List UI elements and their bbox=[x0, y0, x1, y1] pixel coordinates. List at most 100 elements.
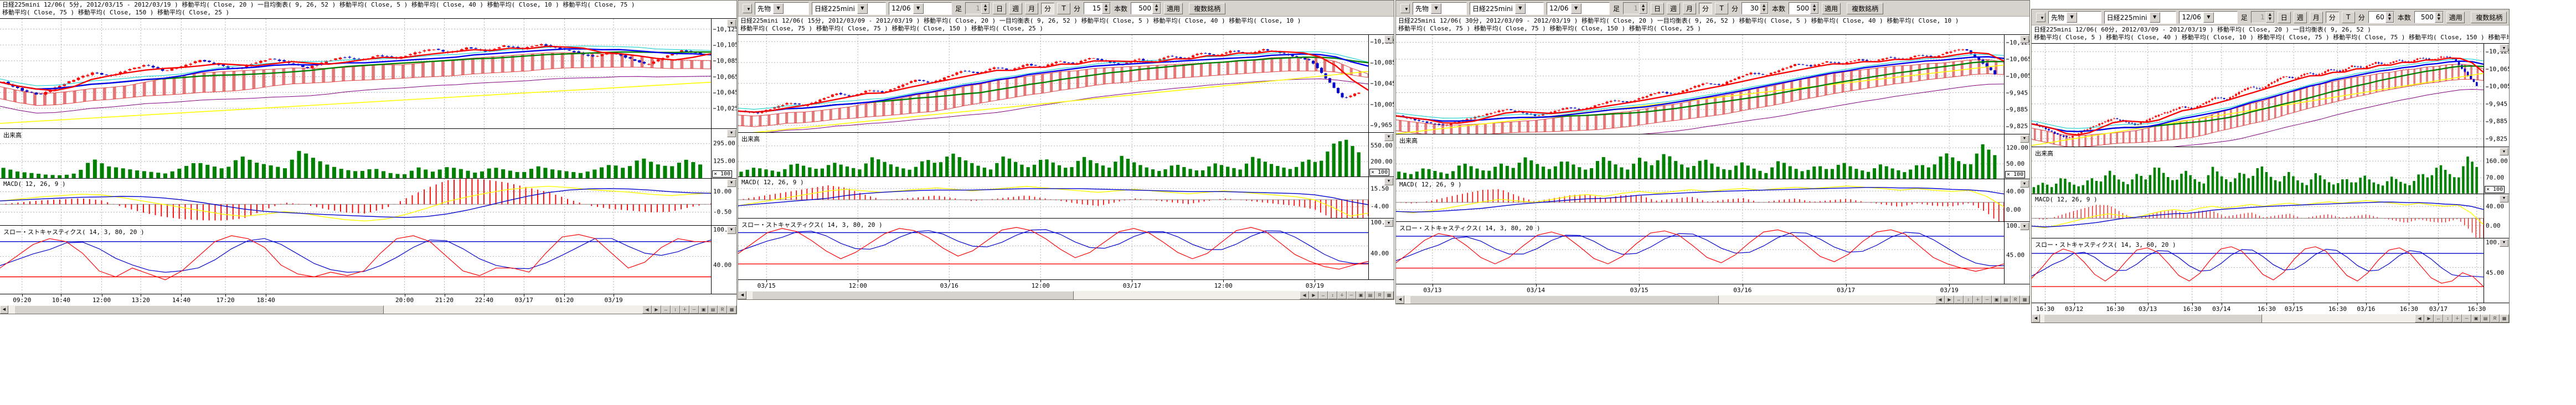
history-dropdown-icon[interactable]: ▼ bbox=[2036, 13, 2046, 22]
chart-nav-button[interactable]: － bbox=[1347, 291, 1356, 299]
chart-nav-button[interactable]: ▦ bbox=[727, 305, 736, 314]
pane-scale-dropdown-icon[interactable]: ▼ bbox=[727, 226, 736, 234]
macd-pane[interactable]: MACD( 12, 26, 9 ) 40.000.00 ▼ bbox=[2032, 194, 2509, 238]
chart-nav-button[interactable]: ▤ bbox=[1366, 291, 1375, 299]
history-dropdown-icon[interactable]: ▼ bbox=[1400, 4, 1410, 13]
volume-chart[interactable] bbox=[738, 133, 1368, 176]
spinner-icon[interactable]: ▲▼ bbox=[1760, 3, 1768, 14]
chart-nav-button[interactable]: ◀ bbox=[642, 305, 652, 314]
price-chart[interactable] bbox=[1396, 35, 2004, 134]
chart-nav-button[interactable]: ▦ bbox=[2500, 314, 2509, 323]
horizontal-scrollbar[interactable]: ◀ ◀▶↔↕＋－▣▤Ｒ▦ bbox=[738, 291, 1394, 299]
period-week-button[interactable]: 週 bbox=[2294, 12, 2307, 23]
period-day-button[interactable]: 日 bbox=[1651, 3, 1664, 14]
chart-nav-button[interactable]: ↕ bbox=[1964, 295, 1973, 304]
bar-interval-spinner[interactable]: 1▲▼ bbox=[1623, 2, 1648, 14]
spinner-icon[interactable]: ▲▼ bbox=[2386, 12, 2394, 23]
contract-select[interactable]: 12/06▼ bbox=[889, 2, 952, 15]
chart-nav-button[interactable]: ▦ bbox=[1384, 291, 1394, 299]
pane-scale-dropdown-icon[interactable]: ▼ bbox=[727, 19, 736, 27]
chart-plot-area[interactable]: 10,12510,06510,0059,9459,8859,825 ▼ 出来高 … bbox=[2032, 43, 2509, 303]
chevron-down-icon[interactable]: ▼ bbox=[773, 3, 784, 14]
chart-nav-button[interactable]: ▶ bbox=[1309, 291, 1318, 299]
macd-chart[interactable] bbox=[2032, 194, 2484, 238]
spinner-icon[interactable]: ▲▼ bbox=[981, 3, 990, 14]
pane-scale-dropdown-icon[interactable]: ▼ bbox=[2500, 148, 2508, 155]
spinner-icon[interactable]: ▲▼ bbox=[2435, 12, 2443, 23]
macd-pane[interactable]: MACD( 12, 26, 9 ) 40.000.00 ▼ bbox=[1396, 179, 2029, 221]
chart-nav-button[interactable]: ▣ bbox=[1356, 291, 1366, 299]
scrollbar-track[interactable] bbox=[746, 291, 1300, 299]
minute-spinner[interactable]: 15▲▼ bbox=[1084, 2, 1111, 14]
symbol-select[interactable]: 日経225mini▼ bbox=[2104, 11, 2177, 24]
multi-symbol-button[interactable]: 複数銘柄 bbox=[2471, 12, 2507, 23]
chart-plot-area[interactable]: 10,12510,06510,0059,9459,8859,825 ▼ 出来高 … bbox=[1396, 34, 2029, 284]
chart-nav-button[interactable]: ▣ bbox=[699, 305, 708, 314]
period-week-button[interactable]: 週 bbox=[1667, 3, 1680, 14]
pane-scale-dropdown-icon[interactable]: ▼ bbox=[727, 179, 736, 187]
period-day-button[interactable]: 日 bbox=[2278, 12, 2291, 23]
volume-pane[interactable]: 出来高 160.0070.00× 100 ▼ bbox=[2032, 147, 2509, 194]
pane-scale-dropdown-icon[interactable]: ▼ bbox=[1384, 219, 1393, 227]
apply-button[interactable]: 適用 bbox=[1164, 3, 1183, 14]
multi-symbol-button[interactable]: 複数銘柄 bbox=[1847, 3, 1883, 14]
apply-button[interactable]: 適用 bbox=[1822, 3, 1841, 14]
scrollbar-track[interactable] bbox=[8, 305, 642, 314]
bar-count-spinner[interactable]: 500▲▼ bbox=[1789, 2, 1819, 14]
chart-nav-button[interactable]: ＋ bbox=[2453, 314, 2462, 323]
scroll-left-icon[interactable]: ◀ bbox=[0, 305, 8, 314]
scrollbar-thumb[interactable] bbox=[752, 291, 1074, 300]
period-week-button[interactable]: 週 bbox=[1009, 3, 1022, 14]
horizontal-scrollbar[interactable]: ◀ ◀▶↔↕＋－▣▤Ｒ▦ bbox=[1396, 295, 2029, 304]
chevron-down-icon[interactable]: ▼ bbox=[913, 3, 924, 14]
scrollbar-thumb[interactable] bbox=[14, 305, 383, 314]
spinner-icon[interactable]: ▲▼ bbox=[1639, 3, 1647, 14]
symbol-select[interactable]: 日経225mini▼ bbox=[812, 2, 886, 15]
macd-chart[interactable] bbox=[1396, 179, 2004, 221]
period-minute-button[interactable]: 分 bbox=[1041, 3, 1054, 14]
category-select[interactable]: 先物▼ bbox=[755, 2, 809, 15]
chart-plot-area[interactable]: 10,12510,08510,04510,0059,965 ▼ 出来高 550.… bbox=[738, 34, 1394, 279]
bar-interval-spinner[interactable]: 1▲▼ bbox=[2251, 11, 2275, 23]
volume-chart[interactable] bbox=[2032, 147, 2484, 194]
pane-scale-dropdown-icon[interactable]: ▼ bbox=[1384, 178, 1393, 185]
macd-chart[interactable] bbox=[738, 177, 1368, 219]
scrollbar-track[interactable] bbox=[1404, 295, 1935, 304]
category-select[interactable]: 先物▼ bbox=[1413, 2, 1467, 15]
chevron-down-icon[interactable]: ▼ bbox=[1431, 3, 1441, 14]
price-chart[interactable] bbox=[2032, 44, 2484, 147]
chart-nav-button[interactable]: ＋ bbox=[1337, 291, 1347, 299]
chart-nav-button[interactable]: Ｒ bbox=[1375, 291, 1384, 299]
chart-nav-button[interactable]: ◀ bbox=[2415, 314, 2424, 323]
chevron-down-icon[interactable]: ▼ bbox=[2067, 12, 2077, 23]
chart-nav-button[interactable]: － bbox=[689, 305, 699, 314]
chart-nav-button[interactable]: ↔ bbox=[2434, 314, 2443, 323]
pane-scale-dropdown-icon[interactable]: ▼ bbox=[2020, 35, 2029, 43]
horizontal-scrollbar[interactable]: ◀ ◀▶↔↕＋－▣▤Ｒ▦ bbox=[0, 305, 736, 314]
chart-nav-button[interactable]: ▣ bbox=[1992, 295, 2001, 304]
chevron-down-icon[interactable]: ▼ bbox=[1515, 3, 1526, 14]
scrollbar-thumb[interactable] bbox=[2044, 314, 2263, 323]
pane-scale-dropdown-icon[interactable]: ▼ bbox=[1384, 35, 1393, 43]
chart-nav-button[interactable]: ↔ bbox=[1318, 291, 1328, 299]
category-select[interactable]: 先物▼ bbox=[2048, 11, 2101, 24]
period-tick-button[interactable]: T bbox=[1715, 3, 1728, 14]
chart-nav-button[interactable]: ↕ bbox=[1328, 291, 1337, 299]
pane-scale-dropdown-icon[interactable]: ▼ bbox=[2500, 44, 2508, 52]
chart-nav-button[interactable]: Ｒ bbox=[2011, 295, 2020, 304]
macd-chart[interactable] bbox=[0, 179, 711, 225]
macd-pane[interactable]: MACD( 12, 26, 9 ) 10.00-0.50 ▼ bbox=[0, 178, 736, 225]
chart-nav-button[interactable]: ▦ bbox=[2020, 295, 2029, 304]
pane-scale-dropdown-icon[interactable]: ▼ bbox=[2020, 180, 2029, 188]
period-minute-button[interactable]: 分 bbox=[2326, 12, 2339, 23]
period-day-button[interactable]: 日 bbox=[993, 3, 1006, 14]
scrollbar-track[interactable] bbox=[2040, 314, 2415, 323]
chart-nav-button[interactable]: ◀ bbox=[1935, 295, 1945, 304]
chart-nav-button[interactable]: ＋ bbox=[680, 305, 689, 314]
price-pane[interactable]: 10,12510,06510,0059,9459,8859,825 ▼ bbox=[2032, 43, 2509, 147]
chart-nav-button[interactable]: － bbox=[2462, 314, 2471, 323]
price-pane[interactable]: 10,12510,10510,08510,06510,04510,025 ▼ bbox=[0, 18, 736, 128]
bar-interval-spinner[interactable]: 1▲▼ bbox=[965, 2, 990, 14]
price-chart[interactable] bbox=[0, 19, 711, 128]
period-month-button[interactable]: 月 bbox=[2310, 12, 2323, 23]
